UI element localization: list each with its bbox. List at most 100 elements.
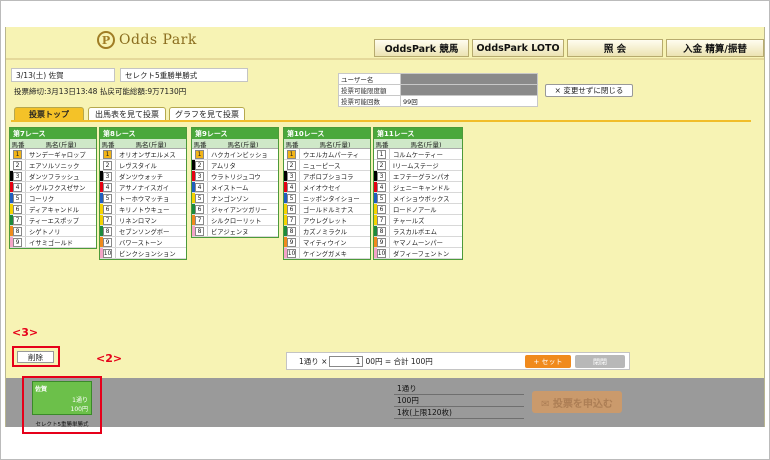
horse-row[interactable]: 1 ハクカインビッショ	[192, 149, 278, 160]
horse-row[interactable]: 5 ナンゴンゾン	[192, 193, 278, 204]
horse-row[interactable]: 4 メイオウセイ	[284, 182, 370, 193]
quantity-input[interactable]: 1	[329, 355, 364, 367]
horse-row[interactable]: 8 セブンソングボー	[100, 226, 186, 237]
close-without-change-button[interactable]: × 変更せずに閉じる	[545, 84, 633, 97]
horse-row[interactable]: 7 ティーエスポップ	[10, 215, 96, 226]
race-table: 第8レース 馬番 馬名(斤量) 1 オリオンザエルメス 2 レヴスタイル 3 ダンツウォッチ 4 ア…	[99, 127, 187, 260]
horse-row[interactable]: 4 シゲルフクスゼサン	[10, 182, 96, 193]
horse-row[interactable]: 1 コルムケーティー	[374, 149, 462, 160]
horse-row[interactable]: 7 リネンロマン	[100, 215, 186, 226]
nav-oddspark-loto[interactable]: OddsPark LOTO	[472, 39, 564, 57]
horse-number: 1	[374, 149, 390, 159]
horse-number-box: 7	[103, 215, 112, 225]
tab-vote-graph[interactable]: グラフを見て投票	[169, 107, 245, 121]
horse-row[interactable]: 8 ラスカルボエム	[374, 226, 462, 237]
oddspark-logo[interactable]: P Odds Park	[97, 30, 212, 50]
horse-row[interactable]: 3 アポロプショコラ	[284, 171, 370, 182]
horse-row[interactable]: 2 エアソルソニック	[10, 160, 96, 171]
account-label: ユーザー名	[338, 73, 401, 85]
horse-name: ディアキャンドル	[29, 206, 79, 214]
frame-color-bar	[374, 160, 377, 170]
column-name: 馬名(斤量)	[45, 140, 77, 149]
horse-row[interactable]: 6 ジャイアンツガリー	[192, 204, 278, 215]
horse-row[interactable]: 4 アサノナイスガイ	[100, 182, 186, 193]
race-column-header: 馬番 馬名(斤量)	[192, 139, 278, 149]
delete-button[interactable]: 削除	[17, 351, 54, 363]
set-button[interactable]: + セット	[525, 355, 571, 368]
horse-row[interactable]: 9 マイティウイン	[284, 237, 370, 248]
horse-row[interactable]: 8 カズノミラクル	[284, 226, 370, 237]
horse-row[interactable]: 10 ビンクションション	[100, 248, 186, 259]
frame-color-bar	[374, 171, 377, 181]
horse-row[interactable]: 6 ゴールドルミナス	[284, 204, 370, 215]
horse-row[interactable]: 10 ダフィーフェントン	[374, 248, 462, 259]
horse-row[interactable]: 5 トーホウマッチョ	[100, 193, 186, 204]
nav-inquiry[interactable]: 照 会	[567, 39, 663, 57]
horse-number: 8	[10, 226, 26, 236]
horse-row[interactable]: 4 メイストーム	[192, 182, 278, 193]
horse-row[interactable]: 10 ケイングガメキ	[284, 248, 370, 259]
horse-row[interactable]: 5 メイショウボックス	[374, 193, 462, 204]
horse-name: チャールズ	[393, 217, 425, 225]
horse-number-box: 2	[13, 160, 22, 170]
horse-row[interactable]: 6 ロードノアール	[374, 204, 462, 215]
race-title: 第8レース	[100, 128, 186, 139]
quantity-prefix: 1通り ×	[299, 356, 328, 366]
horse-row[interactable]: 1 サンデーギャロップ	[10, 149, 96, 160]
horse-row[interactable]: 2 Iリームステージ	[374, 160, 462, 171]
horse-row[interactable]: 5 ニッポンタイショー	[284, 193, 370, 204]
horse-number-box: 6	[377, 204, 386, 214]
submit-vote-button[interactable]: ✉ 投票を申込む	[532, 391, 622, 413]
horse-name: ビンクションション	[119, 250, 176, 258]
horse-number: 5	[100, 193, 116, 203]
horse-name: バワーストーン	[119, 239, 163, 247]
annotation-box-2	[22, 376, 102, 434]
race-title: 第7レース	[10, 128, 96, 139]
horse-row[interactable]: 3 ウラトリジュコウ	[192, 171, 278, 182]
nav-oddspark-keiba[interactable]: OddsPark 競馬	[374, 39, 469, 57]
account-info-table: ユーザー名 投票可能限度額 投票可能回数 99回	[338, 73, 538, 107]
horse-name: シルクローリット	[211, 217, 262, 225]
horse-number-box: 6	[287, 204, 296, 214]
race-column-header: 馬番 馬名(斤量)	[374, 139, 462, 149]
horse-number: 9	[10, 237, 26, 247]
horse-row[interactable]: 3 ダンツウォッチ	[100, 171, 186, 182]
horse-number-box: 9	[287, 237, 296, 247]
column-num: 馬番	[101, 140, 115, 149]
horse-row[interactable]: 2 アムリタ	[192, 160, 278, 171]
horse-row[interactable]: 9 ヤマノムーンパー	[374, 237, 462, 248]
horse-row[interactable]: 8 シゲトノリ	[10, 226, 96, 237]
horse-number-box: 3	[287, 171, 296, 181]
nav-deposit[interactable]: 入金 精算/振替	[666, 39, 764, 57]
horse-number: 5	[284, 193, 300, 203]
horse-row[interactable]: 6 ディアキャンドル	[10, 204, 96, 215]
horse-number: 2	[284, 160, 300, 170]
horse-row[interactable]: 1 ウエルカムパーティ	[284, 149, 370, 160]
frame-color-bar	[10, 204, 13, 214]
horse-number-box: 8	[287, 226, 296, 236]
horse-row[interactable]: 7 シルクローリット	[192, 215, 278, 226]
horse-row[interactable]: 4 ジェニーキャンドル	[374, 182, 462, 193]
frame-color-bar	[374, 226, 377, 236]
horse-row[interactable]: 8 ビアジェンヌ	[192, 226, 278, 237]
horse-row[interactable]: 7 チャールズ	[374, 215, 462, 226]
horse-name: ヤマノムーンパー	[393, 239, 443, 247]
horse-row[interactable]: 6 キリノトウキュー	[100, 204, 186, 215]
tab-vote-racecard[interactable]: 出馬表を見て投票	[88, 107, 166, 121]
horse-row[interactable]: 1 オリオンザエルメス	[100, 149, 186, 160]
summary-combos: 1通り	[394, 383, 524, 395]
horse-name: ハクカインビッショ	[211, 151, 268, 159]
horse-number: 6	[192, 204, 208, 214]
tab-vote-top[interactable]: 投票トップ	[14, 107, 84, 121]
horse-row[interactable]: 7 アウレグレット	[284, 215, 370, 226]
horse-number: 5	[10, 193, 26, 203]
horse-row[interactable]: 2 ニューピース	[284, 160, 370, 171]
race-title: 第10レース	[284, 128, 370, 139]
horse-row[interactable]: 9 イサミゴールド	[10, 237, 96, 248]
horse-row[interactable]: 3 エフテーグランパオ	[374, 171, 462, 182]
clear-button[interactable]: 閉閉	[575, 355, 625, 368]
horse-row[interactable]: 9 バワーストーン	[100, 237, 186, 248]
horse-row[interactable]: 3 ダンツフラッシュ	[10, 171, 96, 182]
horse-row[interactable]: 5 コーリク	[10, 193, 96, 204]
horse-row[interactable]: 2 レヴスタイル	[100, 160, 186, 171]
